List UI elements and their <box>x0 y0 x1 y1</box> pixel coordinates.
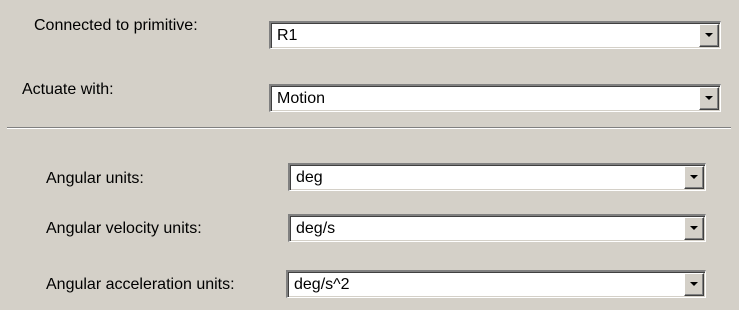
chevron-down-icon <box>705 33 713 37</box>
connected-to-primitive-select[interactable]: R1 <box>269 21 721 49</box>
connected-to-primitive-label: Connected to primitive: <box>34 17 198 34</box>
angular-acceleration-units-dropdown-button[interactable] <box>684 273 704 296</box>
angular-units-select[interactable]: deg <box>288 163 706 191</box>
actuate-with-value: Motion <box>277 90 326 107</box>
angular-acceleration-units-select[interactable]: deg/s^2 <box>286 270 706 298</box>
actuate-with-label: Actuate with: <box>22 81 114 98</box>
angular-units-dropdown-button[interactable] <box>684 166 704 189</box>
angular-units-label: Angular units: <box>46 170 144 187</box>
chevron-down-icon <box>705 96 713 100</box>
angular-velocity-units-select[interactable]: deg/s <box>288 214 706 242</box>
angular-velocity-units-value: deg/s <box>296 220 336 237</box>
angular-acceleration-units-label: Angular acceleration units: <box>46 276 235 293</box>
angular-units-value: deg <box>296 169 323 186</box>
connected-to-primitive-dropdown-button[interactable] <box>699 24 719 47</box>
actuate-with-dropdown-button[interactable] <box>699 87 719 110</box>
chevron-down-icon <box>690 282 698 286</box>
angular-velocity-units-label: Angular velocity units: <box>46 220 202 237</box>
angular-velocity-units-dropdown-button[interactable] <box>684 217 704 240</box>
section-divider <box>7 127 731 129</box>
connected-to-primitive-value: R1 <box>277 27 298 44</box>
chevron-down-icon <box>690 226 698 230</box>
chevron-down-icon <box>690 175 698 179</box>
angular-acceleration-units-value: deg/s^2 <box>294 276 350 293</box>
actuate-with-select[interactable]: Motion <box>269 84 721 112</box>
